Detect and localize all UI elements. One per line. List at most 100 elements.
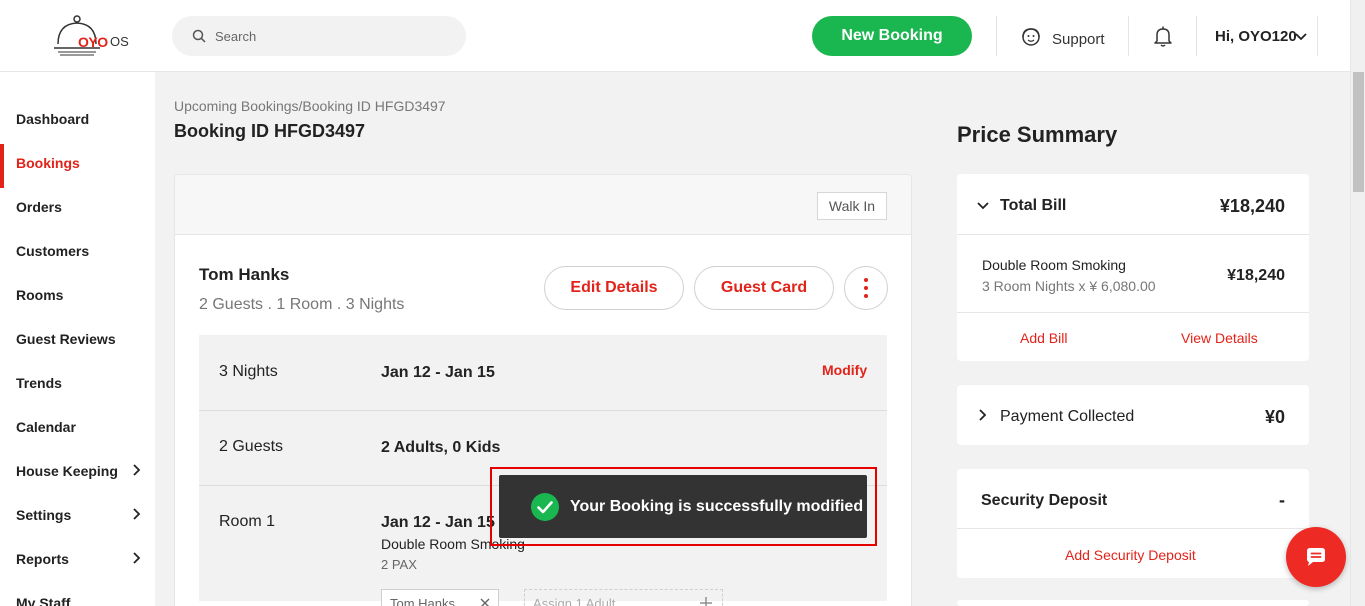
- add-bill-link[interactable]: Add Bill: [1020, 330, 1067, 346]
- view-details-link[interactable]: View Details: [1181, 330, 1258, 346]
- nights-label: 3 Nights: [219, 363, 278, 380]
- sidebar-item-label: House Keeping: [16, 463, 118, 479]
- chat-button[interactable]: [1286, 527, 1346, 587]
- guest-card-button[interactable]: Guest Card: [694, 266, 834, 310]
- toast-message: Your Booking is successfully modified: [570, 498, 864, 515]
- sidebar-item-dashboard[interactable]: Dashboard: [0, 100, 155, 136]
- stay-dates: Jan 12 - Jan 15: [381, 364, 495, 381]
- sidebar-item-label: Calendar: [16, 419, 76, 435]
- total-bill-label[interactable]: Total Bill: [1000, 197, 1066, 215]
- walk-in-badge: Walk In: [817, 192, 887, 220]
- notification-bell-icon[interactable]: [1151, 24, 1175, 48]
- payment-collected-amount: ¥0: [1264, 407, 1285, 427]
- divider: [957, 528, 1309, 529]
- sidebar-item-trends[interactable]: Trends: [0, 364, 155, 400]
- top-bar: OYO OS Search New Booking Support Hi, OY…: [0, 0, 1350, 72]
- breadcrumb: Upcoming Bookings/Booking ID HFGD3497: [174, 98, 446, 114]
- assign-adult-chip[interactable]: Assign 1 Adult: [524, 589, 723, 606]
- payment-collected-label: Payment Collected: [1000, 408, 1135, 425]
- scrollbar-thumb[interactable]: [1353, 72, 1364, 192]
- search-box[interactable]: Search: [172, 16, 466, 56]
- kebab-icon: [864, 278, 868, 282]
- page-title: Booking ID HFGD3497: [174, 121, 366, 141]
- sidebar-item-label: Customers: [16, 243, 90, 259]
- guests-value: 2 Adults, 0 Kids: [381, 439, 501, 456]
- support-label: Support: [1052, 31, 1105, 48]
- sidebar-item-orders[interactable]: Orders: [0, 188, 155, 224]
- security-deposit-label: Security Deposit: [981, 492, 1108, 509]
- price-summary-title: Price Summary: [957, 122, 1118, 147]
- sidebar-item-label: My Staff: [16, 595, 71, 606]
- logo-oyo-text: OYO: [78, 34, 108, 50]
- header-divider: [996, 16, 997, 56]
- chevron-down-icon[interactable]: [976, 199, 990, 213]
- sidebar-item-label: Reports: [16, 551, 69, 567]
- row-divider: [199, 410, 887, 411]
- booking-summary: 2 Guests . 1 Room . 3 Nights: [199, 296, 405, 313]
- chat-icon: [1307, 548, 1325, 566]
- assigned-guest-name: Tom Hanks: [390, 596, 456, 606]
- breadcrumb-upcoming-bookings[interactable]: Upcoming Bookings: [174, 98, 299, 114]
- room-label: Room 1: [219, 513, 276, 530]
- sidebar-item-rooms[interactable]: Rooms: [0, 276, 155, 312]
- edit-details-button[interactable]: Edit Details: [544, 266, 684, 310]
- header-divider: [1317, 16, 1318, 56]
- divider: [957, 312, 1309, 313]
- close-icon[interactable]: [480, 598, 490, 606]
- room-pax: 2 PAX: [381, 557, 417, 572]
- chevron-right-icon: [133, 508, 141, 520]
- security-deposit-card: Security Deposit - Add Security Deposit: [957, 469, 1309, 578]
- success-toast: Your Booking is successfully modified: [499, 475, 867, 538]
- booking-card-header: Walk In: [175, 175, 911, 235]
- assigned-guest-chip[interactable]: Tom Hanks: [381, 589, 499, 606]
- header-divider: [1128, 16, 1129, 56]
- line-item-amount: ¥18,240: [1227, 267, 1285, 284]
- modify-link[interactable]: Modify: [822, 362, 867, 378]
- line-item-detail: 3 Room Nights x ¥ 6,080.00: [982, 278, 1156, 294]
- sidebar-item-guest-reviews[interactable]: Guest Reviews: [0, 320, 155, 356]
- logo-os-text: OS: [110, 34, 129, 49]
- chevron-right-icon[interactable]: [976, 408, 990, 422]
- sidebar: Dashboard Bookings Orders Customers Room…: [0, 72, 155, 606]
- sidebar-item-label: Rooms: [16, 287, 64, 303]
- sidebar-item-label: Dashboard: [16, 111, 90, 127]
- divider: [957, 234, 1309, 235]
- guest-name: Tom Hanks: [199, 265, 290, 284]
- kebab-icon: [864, 294, 868, 298]
- sidebar-item-reports[interactable]: Reports: [0, 540, 155, 576]
- total-bill-amount: ¥18,240: [1219, 196, 1285, 216]
- sidebar-item-settings[interactable]: Settings: [0, 496, 155, 532]
- more-options-button[interactable]: [844, 266, 888, 310]
- payment-collected-card[interactable]: Payment Collected ¥0: [957, 385, 1309, 445]
- search-icon: [192, 29, 206, 43]
- sidebar-item-label: Guest Reviews: [16, 331, 116, 347]
- sidebar-item-my-staff[interactable]: My Staff: [0, 584, 155, 606]
- chevron-right-icon: [133, 464, 141, 476]
- line-item-name: Double Room Smoking: [982, 257, 1126, 273]
- add-security-deposit-link[interactable]: Add Security Deposit: [1065, 547, 1196, 563]
- header-divider: [1196, 16, 1197, 56]
- active-indicator: [0, 144, 4, 188]
- sidebar-item-label: Trends: [16, 375, 62, 391]
- user-menu[interactable]: Hi, OYO120: [1215, 28, 1297, 45]
- sidebar-item-label: Settings: [16, 507, 72, 523]
- next-card: [957, 600, 1309, 606]
- sidebar-item-label: Bookings: [16, 155, 80, 171]
- plus-icon[interactable]: [699, 596, 713, 606]
- breadcrumb-current: Booking ID HFGD3497: [302, 98, 446, 114]
- sidebar-item-calendar[interactable]: Calendar: [0, 408, 155, 444]
- new-booking-button[interactable]: New Booking: [812, 16, 972, 56]
- check-circle-icon: [531, 493, 559, 521]
- support-agent-icon: [1022, 28, 1040, 46]
- room-dates: Jan 12 - Jan 15: [381, 514, 495, 531]
- page-scrollbar[interactable]: [1350, 0, 1365, 606]
- oyo-os-logo[interactable]: OYO OS: [52, 14, 142, 60]
- chevron-down-icon[interactable]: [1294, 30, 1308, 44]
- sidebar-item-house-keeping[interactable]: House Keeping: [0, 452, 155, 488]
- sidebar-item-bookings[interactable]: Bookings: [0, 144, 155, 188]
- search-input[interactable]: Search: [215, 29, 256, 44]
- kebab-icon: [864, 286, 868, 290]
- security-deposit-amount: -: [1279, 490, 1285, 510]
- sidebar-item-customers[interactable]: Customers: [0, 232, 155, 268]
- guests-label: 2 Guests: [219, 438, 284, 455]
